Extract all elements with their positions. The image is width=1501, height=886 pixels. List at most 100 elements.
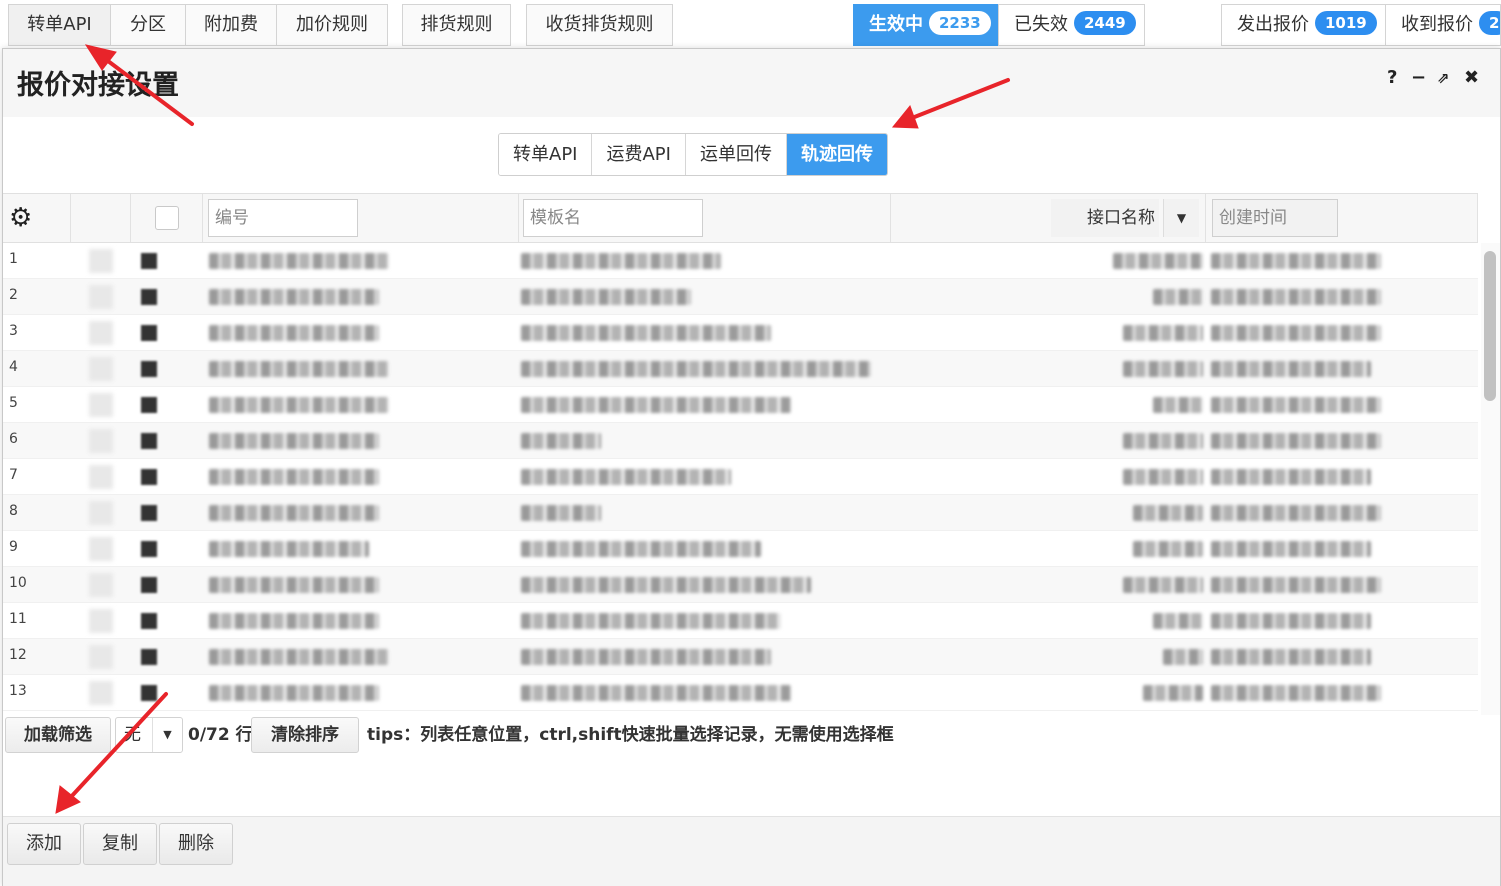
integration-type-tabs: 转单API 运费API 运单回传 轨迹回传 [498,133,888,176]
row-checkbox[interactable] [89,573,113,597]
table-row[interactable]: 3 [3,315,1478,351]
cell-code [209,577,379,593]
row-number: 4 [9,359,18,375]
cell-code [209,289,379,305]
table-row[interactable]: 12 [3,639,1478,675]
top-tab-bar: 转单API 分区 附加费 加价规则 排货规则 收货排货规则 生效中 2233 已失… [0,0,1501,47]
table-row[interactable]: 8 [3,495,1478,531]
subtab-freight-api[interactable]: 运费API [592,134,686,175]
load-filter-button[interactable]: 加载筛选 [5,717,111,753]
vertical-scrollbar[interactable] [1481,243,1500,715]
row-checkbox[interactable] [89,357,113,381]
filter-created-time-input[interactable]: 创建时间 [1212,199,1338,237]
table-row[interactable]: 7 [3,459,1478,495]
top-tab-zones[interactable]: 分区 [110,4,186,46]
copy-button[interactable]: 复制 [83,823,157,865]
top-tab-markup-rules[interactable]: 加价规则 [276,4,388,46]
top-tab-sorting-rules[interactable]: 排货规则 [402,4,511,46]
template-grid: ⚙ 编号 模板名 接口名称 ▼ 创建时间 1 2 3 4 5 6 7 8 9 10 11 12 13 [3,193,1500,715]
filter-select[interactable]: 无 ▼ [115,717,183,753]
row-status-icon [141,505,157,521]
subtab-transfer-api[interactable]: 转单API [499,134,593,175]
table-row[interactable]: 10 [3,567,1478,603]
scrollbar-thumb[interactable] [1484,251,1496,401]
table-row[interactable]: 2 [3,279,1478,315]
row-checkbox[interactable] [89,321,113,345]
cell-template-name [521,505,601,521]
row-number: 3 [9,323,18,339]
row-checkbox[interactable] [89,465,113,489]
cell-created-time [1211,649,1371,665]
cell-template-name [521,577,811,593]
filter-received-quotes-count: 2 [1479,11,1500,35]
row-count: 0/72 行 [188,725,253,745]
row-status-icon [141,649,157,665]
filter-expired-button[interactable]: 已失效 2449 [998,4,1145,46]
filter-sent-quotes-button[interactable]: 发出报价 1019 [1221,4,1386,46]
filter-expired-count: 2449 [1074,11,1136,35]
add-button[interactable]: 添加 [7,823,81,865]
row-status-icon [141,613,157,629]
table-row[interactable]: 13 [3,675,1478,711]
header-interface-cell [891,194,1207,242]
table-row[interactable]: 11 [3,603,1478,639]
cell-created-time [1211,397,1381,413]
cell-interface-name [1123,469,1203,485]
cell-created-time [1211,361,1371,377]
row-checkbox[interactable] [89,285,113,309]
table-row[interactable]: 6 [3,423,1478,459]
row-checkbox[interactable] [89,429,113,453]
close-icon[interactable]: ✖ [1464,67,1479,88]
filter-received-quotes-button[interactable]: 收到报价 2 [1385,4,1501,46]
filter-select-value: 无 [124,725,141,745]
cell-interface-name [1153,397,1203,413]
cell-interface-name [1123,361,1203,377]
row-checkbox[interactable] [89,249,113,273]
row-checkbox[interactable] [89,501,113,525]
cell-interface-name [1163,649,1203,665]
cell-interface-name [1143,685,1203,701]
subtab-waybill-return[interactable]: 运单回传 [685,134,787,175]
filter-template-input[interactable]: 模板名 [523,199,703,237]
minimize-icon[interactable]: − [1411,67,1426,88]
interface-name-header[interactable]: 接口名称 [1051,199,1159,237]
cell-template-name [521,433,601,449]
dialog-title: 报价对接设置 [17,70,179,101]
row-status-icon [141,469,157,485]
table-row[interactable]: 5 [3,387,1478,423]
row-status-icon [141,253,157,269]
filter-code-input[interactable]: 编号 [208,199,358,237]
delete-button[interactable]: 删除 [159,823,233,865]
row-checkbox[interactable] [89,537,113,561]
table-row[interactable]: 9 [3,531,1478,567]
cell-interface-name [1133,505,1203,521]
cell-created-time [1211,685,1381,701]
cell-interface-name [1113,253,1203,269]
gear-icon[interactable]: ⚙ [9,205,32,231]
row-number: 1 [9,251,18,267]
top-tab-transfer-api[interactable]: 转单API [8,4,111,46]
row-checkbox[interactable] [89,609,113,633]
top-tab-receiving-sorting-rules[interactable]: 收货排货规则 [526,4,673,46]
subtab-tracking-return[interactable]: 轨迹回传 [786,134,887,175]
help-icon[interactable]: ? [1387,67,1397,88]
quote-integration-dialog: 报价对接设置 ? − ⇗ ✖ 转单API 运费API 运单回传 轨迹回传 ⚙ 编… [2,48,1501,886]
cell-template-name [521,397,791,413]
row-checkbox[interactable] [89,681,113,705]
popout-icon[interactable]: ⇗ [1437,69,1450,87]
filter-sent-quotes-label: 发出报价 [1237,14,1309,35]
table-row[interactable]: 4 [3,351,1478,387]
cell-created-time [1211,505,1381,521]
dialog-header: 报价对接设置 ? − ⇗ ✖ [3,49,1500,117]
clear-sort-button[interactable]: 清除排序 [251,717,359,753]
table-row[interactable]: 1 [3,243,1478,279]
chevron-down-icon[interactable]: ▼ [152,718,182,752]
row-checkbox[interactable] [89,393,113,417]
cell-created-time [1211,469,1371,485]
row-checkbox[interactable] [89,645,113,669]
filter-sent-quotes-count: 1019 [1315,11,1377,35]
top-tab-surcharge[interactable]: 附加费 [185,4,277,46]
chevron-down-icon[interactable]: ▼ [1163,199,1199,237]
filter-active-button[interactable]: 生效中 2233 [853,4,999,46]
header-icon-cell [131,194,203,242]
